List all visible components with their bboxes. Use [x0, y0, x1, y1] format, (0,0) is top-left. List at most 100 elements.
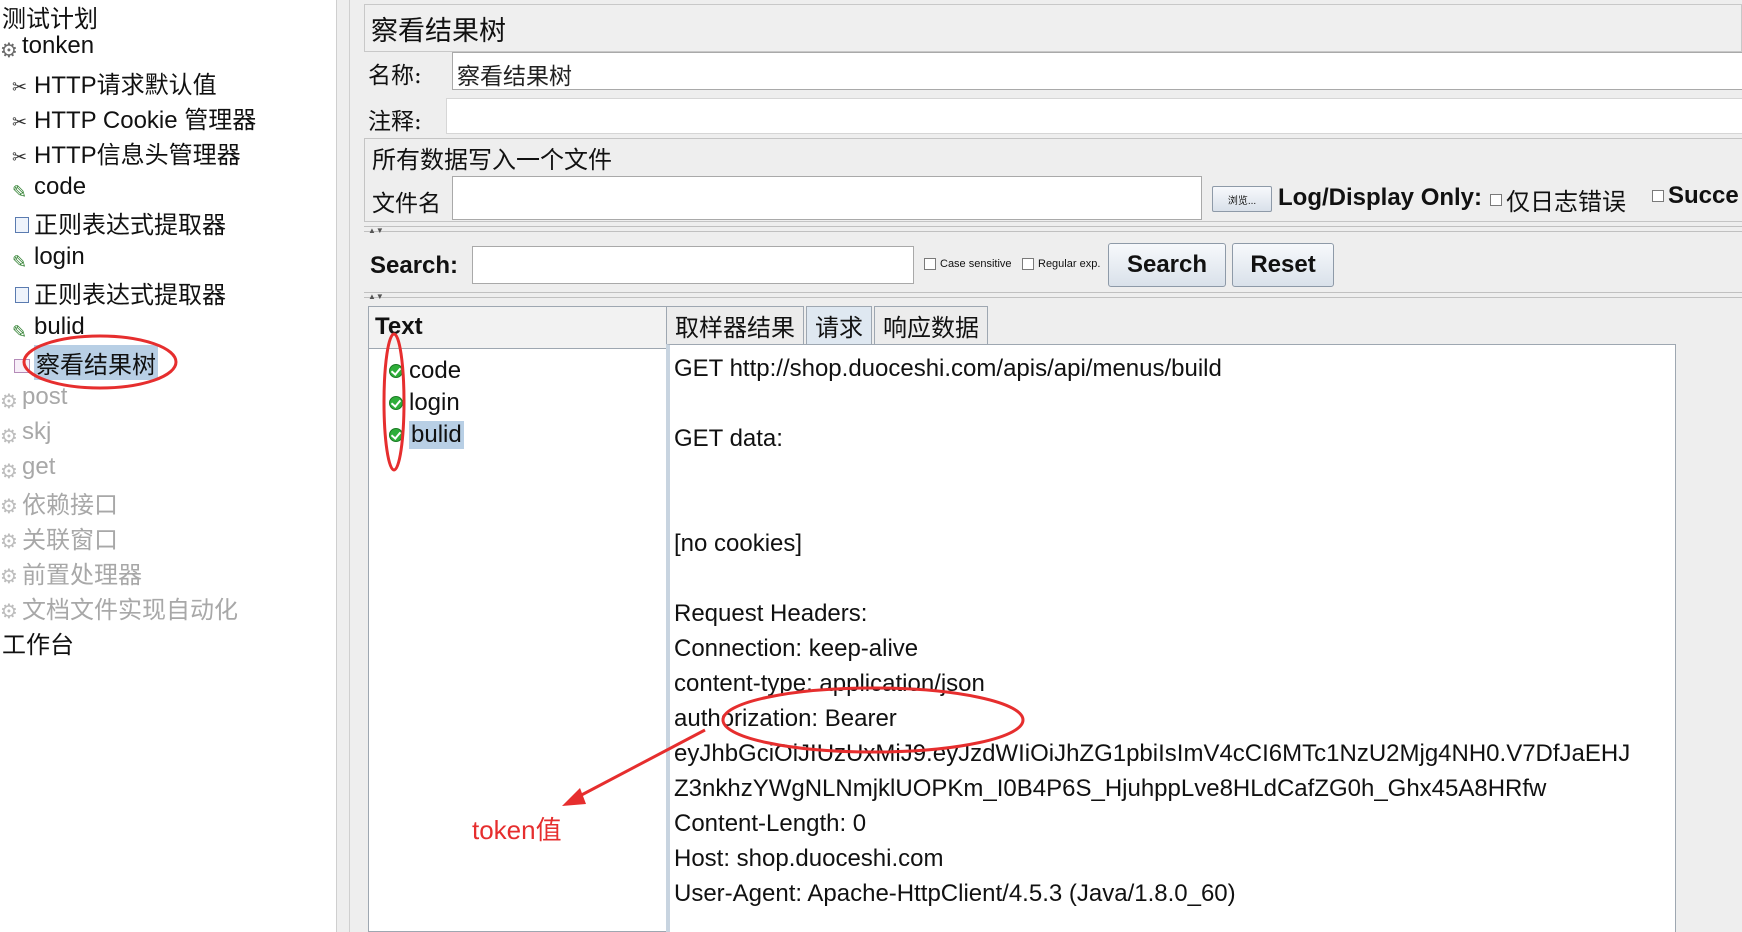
tree-node[interactable]: 察看结果树 — [12, 344, 158, 380]
test-plan-tree[interactable]: 测试计划 ⚙ tonken ✂ HTTP请求默认值 ✂ HTTP Cookie 管理器 ✂ HT… — [0, 0, 336, 932]
request-line: content-type: application/json — [674, 670, 985, 697]
thread-group-gear-icon: ⚙ — [0, 461, 18, 483]
tree-node-label: 测试计划 — [2, 5, 98, 33]
tree-node-label: 正则表达式提取器 — [34, 211, 226, 239]
tree-node-label: 察看结果树 — [34, 344, 158, 380]
case-sensitive-checkbox[interactable]: Case sensitive — [924, 258, 1012, 270]
tree-node[interactable]: 工作台 — [0, 626, 74, 659]
search-label: Search: — [370, 252, 459, 279]
tree-splitter[interactable] — [336, 0, 350, 932]
tree-node-label: get — [22, 453, 56, 480]
config-scissors-icon: ✂ — [12, 147, 28, 167]
log-display-label: Log/Display Only: — [1278, 184, 1483, 211]
collapse-arrows-icon[interactable]: ▲▼ — [368, 226, 384, 235]
tree-node-label: HTTP请求默认值 — [34, 71, 217, 99]
result-tab[interactable]: 取样器结果 — [666, 306, 804, 344]
tree-node[interactable]: ✂ HTTP请求默认值 — [12, 66, 217, 99]
tree-node[interactable]: ⚙ post — [0, 381, 67, 413]
thread-group-gear-icon: ⚙ — [0, 531, 18, 553]
tree-node-label: 正则表达式提取器 — [34, 281, 226, 309]
sample-node-label: bulid — [409, 421, 464, 449]
sample-node-label: login — [409, 389, 460, 416]
tree-node-label: tonken — [22, 32, 95, 59]
tree-node[interactable]: ⚙ 依赖接口 — [0, 486, 118, 519]
sampler-pen-icon: ✎ — [12, 182, 28, 202]
tree-node[interactable]: ⚙ get — [0, 451, 55, 483]
thread-group-gear-icon: ⚙ — [0, 566, 18, 588]
tree-node[interactable]: ⚙ 文档文件实现自动化 — [0, 591, 238, 624]
success-check-icon — [389, 396, 403, 410]
thread-group-gear-icon: ⚙ — [0, 426, 18, 448]
tree-node[interactable]: ✎ login — [12, 241, 85, 273]
success-checkbox[interactable]: Succe — [1652, 182, 1739, 210]
listener-graph-icon — [12, 352, 32, 373]
extractor-icon — [12, 212, 32, 233]
request-line: authorization: Bearer — [674, 705, 897, 732]
success-box[interactable] — [1652, 190, 1664, 202]
tree-node-label: 依赖接口 — [22, 491, 118, 519]
sample-node-label: code — [409, 357, 462, 384]
request-line: Host: shop.duoceshi.com — [674, 845, 944, 872]
tree-node[interactable]: ⚙ 前置处理器 — [0, 556, 142, 589]
file-group-title: 所有数据写入一个文件 — [370, 140, 614, 175]
reset-button[interactable]: Reset — [1232, 243, 1334, 287]
config-scissors-icon: ✂ — [12, 112, 28, 132]
thread-group-gear-icon: ⚙ — [0, 391, 18, 413]
tree-node[interactable]: ⚙ 关联窗口 — [0, 521, 118, 554]
token-annotation-label: token值 — [472, 815, 562, 845]
renderer-select[interactable]: Text ▼ — [369, 307, 687, 349]
success-check-icon — [389, 364, 403, 378]
tree-node[interactable]: ✎ code — [12, 171, 86, 203]
tree-node[interactable]: ⚙ tonken — [0, 30, 94, 62]
search-button[interactable]: Search — [1108, 243, 1226, 287]
sample-node[interactable]: bulid — [389, 419, 464, 451]
view-results-tree-panel: 察看结果树 名称: 察看结果树 注释: 所有数据写入一个文件 文件名 浏览...… — [350, 0, 1742, 932]
browse-button[interactable]: 浏览... — [1212, 186, 1272, 212]
result-tab[interactable]: 请求 — [806, 306, 872, 344]
tree-node-label: 工作台 — [2, 631, 74, 659]
errors-only-label: 仅日志错误 — [1506, 188, 1626, 216]
regular-exp-checkbox[interactable]: Regular exp. — [1022, 258, 1100, 270]
thread-group-gear-icon: ⚙ — [0, 40, 18, 62]
request-line: GET http://shop.duoceshi.com/apis/api/me… — [674, 355, 1222, 382]
success-label: Succe — [1668, 182, 1739, 209]
tree-node[interactable]: 正则表达式提取器 — [12, 206, 226, 239]
request-line: eyJhbGciOiJIUzUxMiJ9.eyJzdWIiOiJhZG1pbiI… — [674, 740, 1631, 767]
tree-node[interactable]: 测试计划 — [0, 0, 98, 33]
name-field[interactable]: 察看结果树 — [452, 52, 1742, 90]
tree-node-label: 文档文件实现自动化 — [22, 596, 238, 624]
name-label: 名称: — [368, 63, 422, 89]
divider-top[interactable] — [364, 226, 1742, 232]
regular-exp-box[interactable] — [1022, 258, 1034, 270]
tree-node[interactable]: ✎ bulid — [12, 311, 85, 343]
errors-only-box[interactable] — [1490, 193, 1502, 206]
sample-node[interactable]: login — [389, 387, 460, 419]
search-input[interactable] — [472, 246, 914, 284]
comment-label: 注释: — [368, 109, 422, 135]
tree-node[interactable]: ✂ HTTP Cookie 管理器 — [12, 101, 256, 134]
request-line — [674, 491, 1671, 526]
tree-node[interactable]: ✂ HTTP信息头管理器 — [12, 136, 241, 169]
filename-label: 文件名 — [372, 191, 441, 217]
case-sensitive-box[interactable] — [924, 258, 936, 270]
divider-middle[interactable] — [364, 292, 1742, 298]
comment-field[interactable] — [446, 98, 1742, 134]
case-sensitive-label: Case sensitive — [940, 258, 1012, 270]
tree-node-label: 关联窗口 — [22, 526, 118, 554]
tree-node[interactable]: 正则表达式提取器 — [12, 276, 226, 309]
tree-node[interactable]: ⚙ skj — [0, 416, 51, 448]
request-detail-text[interactable]: GET http://shop.duoceshi.com/apis/api/me… — [666, 344, 1676, 932]
request-line: User-Agent: Apache-HttpClient/4.5.3 (Jav… — [674, 880, 1236, 907]
sample-node[interactable]: code — [389, 355, 461, 387]
collapse-arrows-icon[interactable]: ▲▼ — [368, 292, 384, 301]
tree-node-label: login — [34, 243, 85, 270]
renderer-value: Text — [375, 313, 423, 340]
thread-group-gear-icon: ⚙ — [0, 496, 18, 518]
request-line: [no cookies] — [674, 530, 803, 557]
request-line: Z3nkhzYWgNLNmjklUOPKm_I0B4P6S_HjuhppLve8… — [674, 775, 1547, 802]
errors-only-checkbox[interactable]: 仅日志错误 — [1490, 182, 1626, 217]
result-tab[interactable]: 响应数据 — [874, 306, 988, 344]
filename-field[interactable] — [452, 176, 1202, 220]
tree-node-label: HTTP信息头管理器 — [34, 141, 241, 169]
config-scissors-icon: ✂ — [12, 77, 28, 97]
